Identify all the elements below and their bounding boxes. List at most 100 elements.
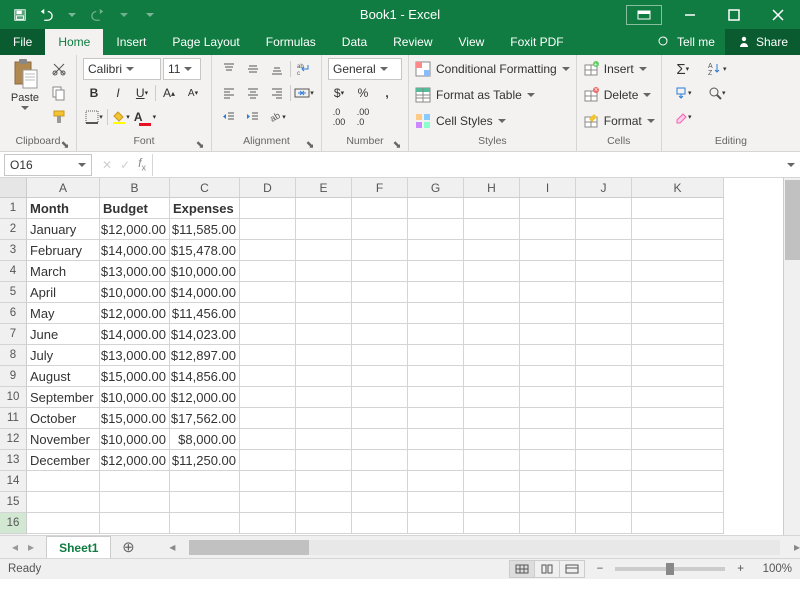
cell-I13[interactable] xyxy=(520,450,576,471)
cell-F15[interactable] xyxy=(352,492,408,513)
cell-D1[interactable] xyxy=(240,198,296,219)
cell-E10[interactable] xyxy=(296,387,352,408)
cell-A12[interactable]: November xyxy=(27,429,100,450)
fx-button[interactable]: fx xyxy=(138,156,146,172)
close-button[interactable] xyxy=(756,0,800,29)
cell-I12[interactable] xyxy=(520,429,576,450)
cell-E5[interactable] xyxy=(296,282,352,303)
cell-F3[interactable] xyxy=(352,240,408,261)
font-size-select[interactable]: 11 xyxy=(163,58,201,80)
cell-A15[interactable] xyxy=(27,492,100,513)
increase-indent-button[interactable] xyxy=(242,106,264,128)
cell-C10[interactable]: $12,000.00 xyxy=(170,387,240,408)
cell-I7[interactable] xyxy=(520,324,576,345)
row-header-1[interactable]: 1 xyxy=(0,198,27,219)
cell-C1[interactable]: Expenses xyxy=(170,198,240,219)
cell-C4[interactable]: $10,000.00 xyxy=(170,261,240,282)
cell-C14[interactable] xyxy=(170,471,240,492)
cut-button[interactable] xyxy=(48,58,70,80)
cell-E14[interactable] xyxy=(296,471,352,492)
cell-H13[interactable] xyxy=(464,450,520,471)
zoom-level[interactable]: 100% xyxy=(756,563,792,575)
fill-color-button[interactable]: ▾ xyxy=(110,106,132,128)
cell-I6[interactable] xyxy=(520,303,576,324)
formula-input[interactable] xyxy=(153,154,782,176)
row-header-4[interactable]: 4 xyxy=(0,261,27,282)
cell-E2[interactable] xyxy=(296,219,352,240)
cell-A11[interactable]: October xyxy=(27,408,100,429)
cell-G8[interactable] xyxy=(408,345,464,366)
cell-C2[interactable]: $11,585.00 xyxy=(170,219,240,240)
alignment-launcher[interactable]: ⬊ xyxy=(305,139,315,149)
delete-cells-button[interactable]: × Delete xyxy=(583,84,652,106)
underline-button[interactable]: U▾ xyxy=(131,82,153,104)
cell-D15[interactable] xyxy=(240,492,296,513)
undo-dropdown[interactable] xyxy=(60,4,84,26)
cell-E11[interactable] xyxy=(296,408,352,429)
cell-H6[interactable] xyxy=(464,303,520,324)
cell-K13[interactable] xyxy=(632,450,724,471)
cell-F7[interactable] xyxy=(352,324,408,345)
cell-J12[interactable] xyxy=(576,429,632,450)
row-header-6[interactable]: 6 xyxy=(0,303,27,324)
row-header-14[interactable]: 14 xyxy=(0,471,27,492)
expand-formula-bar[interactable] xyxy=(782,163,800,167)
sheet-tab[interactable]: Sheet1 xyxy=(46,536,111,558)
cell-G1[interactable] xyxy=(408,198,464,219)
page-layout-view-button[interactable] xyxy=(534,560,560,578)
row-header-9[interactable]: 9 xyxy=(0,366,27,387)
zoom-slider[interactable] xyxy=(615,567,725,571)
decrease-font-button[interactable]: A▾ xyxy=(182,82,204,104)
bold-button[interactable]: B xyxy=(83,82,105,104)
cell-B12[interactable]: $10,000.00 xyxy=(100,429,170,450)
cell-H5[interactable] xyxy=(464,282,520,303)
cell-D9[interactable] xyxy=(240,366,296,387)
cell-E12[interactable] xyxy=(296,429,352,450)
cell-G9[interactable] xyxy=(408,366,464,387)
cell-I2[interactable] xyxy=(520,219,576,240)
cell-G11[interactable] xyxy=(408,408,464,429)
cell-E13[interactable] xyxy=(296,450,352,471)
cell-I16[interactable] xyxy=(520,513,576,534)
cell-H9[interactable] xyxy=(464,366,520,387)
share-button[interactable]: Share xyxy=(725,29,800,55)
cell-J10[interactable] xyxy=(576,387,632,408)
cell-G6[interactable] xyxy=(408,303,464,324)
cell-J11[interactable] xyxy=(576,408,632,429)
format-as-table-button[interactable]: Format as Table xyxy=(415,84,535,106)
cell-G14[interactable] xyxy=(408,471,464,492)
align-bottom-button[interactable] xyxy=(266,58,288,80)
number-format-select[interactable]: General xyxy=(328,58,402,80)
cell-G5[interactable] xyxy=(408,282,464,303)
cell-B2[interactable]: $12,000.00 xyxy=(100,219,170,240)
cell-J7[interactable] xyxy=(576,324,632,345)
cell-K16[interactable] xyxy=(632,513,724,534)
cell-C8[interactable]: $12,897.00 xyxy=(170,345,240,366)
font-name-select[interactable]: Calibri xyxy=(83,58,161,80)
cell-F2[interactable] xyxy=(352,219,408,240)
cell-B4[interactable]: $13,000.00 xyxy=(100,261,170,282)
cell-I4[interactable] xyxy=(520,261,576,282)
cell-I15[interactable] xyxy=(520,492,576,513)
row-header-8[interactable]: 8 xyxy=(0,345,27,366)
cell-F8[interactable] xyxy=(352,345,408,366)
col-header-G[interactable]: G xyxy=(408,178,464,198)
cell-H14[interactable] xyxy=(464,471,520,492)
cell-E15[interactable] xyxy=(296,492,352,513)
cell-H10[interactable] xyxy=(464,387,520,408)
merge-center-button[interactable]: ▾ xyxy=(293,82,315,104)
cell-G13[interactable] xyxy=(408,450,464,471)
cell-E3[interactable] xyxy=(296,240,352,261)
cell-D13[interactable] xyxy=(240,450,296,471)
col-header-J[interactable]: J xyxy=(576,178,632,198)
cell-I10[interactable] xyxy=(520,387,576,408)
tab-formulas[interactable]: Formulas xyxy=(253,29,329,55)
cell-H15[interactable] xyxy=(464,492,520,513)
col-header-H[interactable]: H xyxy=(464,178,520,198)
cell-D12[interactable] xyxy=(240,429,296,450)
cell-H11[interactable] xyxy=(464,408,520,429)
cell-H1[interactable] xyxy=(464,198,520,219)
comma-format-button[interactable]: , xyxy=(376,82,398,104)
cell-I11[interactable] xyxy=(520,408,576,429)
row-header-15[interactable]: 15 xyxy=(0,492,27,513)
